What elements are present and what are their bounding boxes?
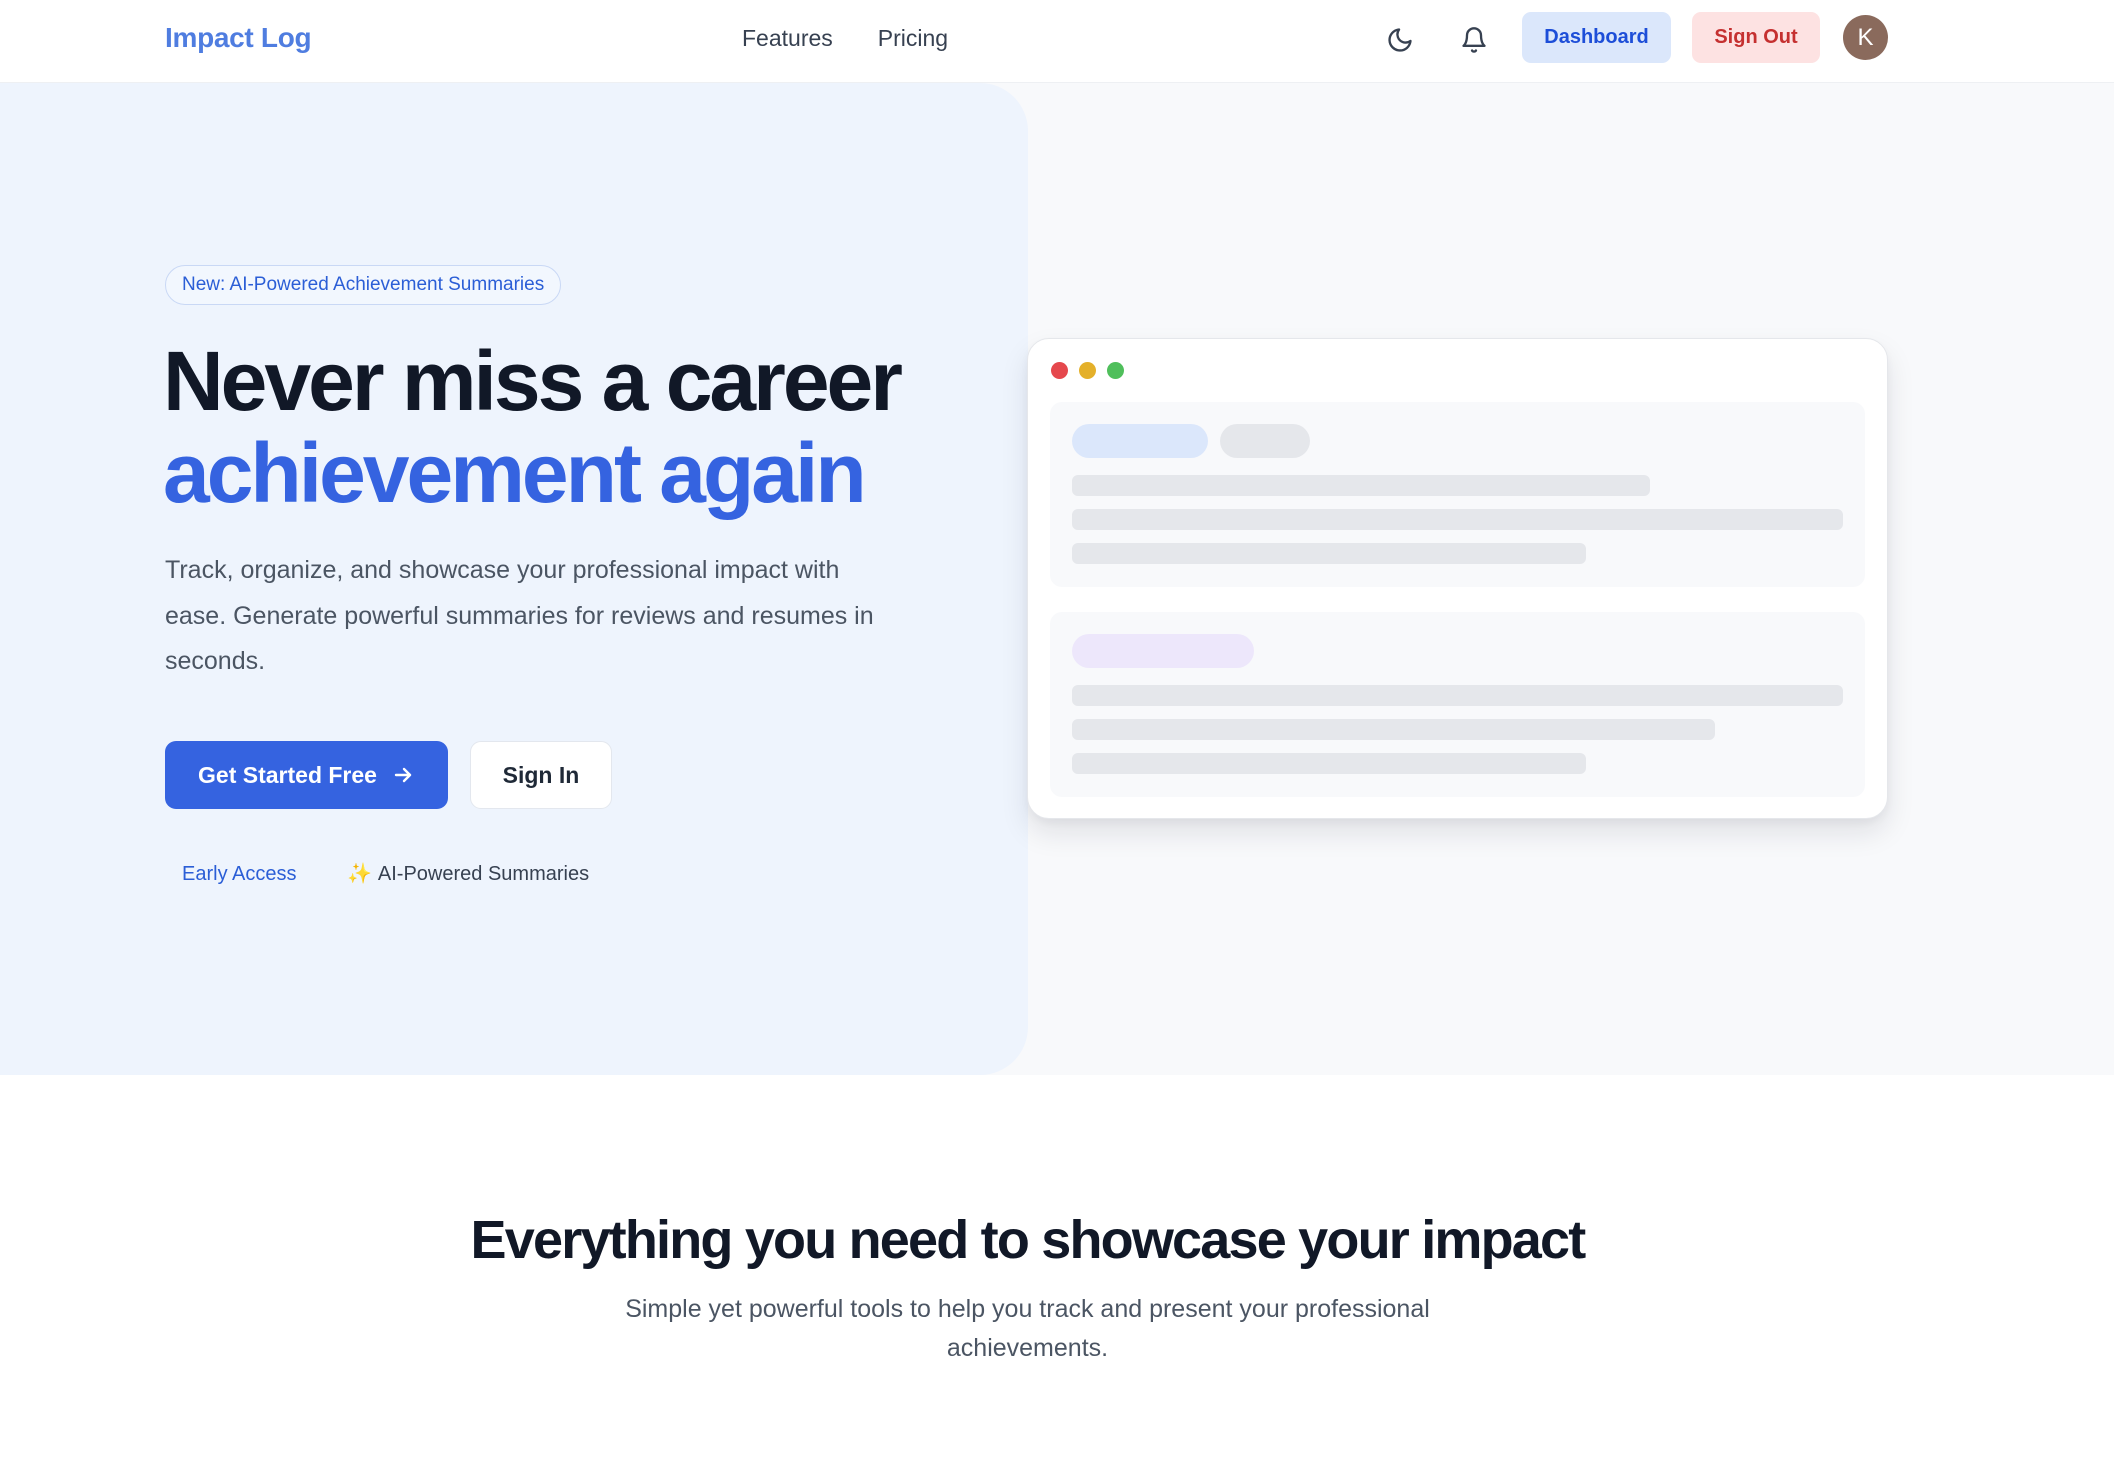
top-nav: Impact Log Features Pricing Dashboard Si…	[0, 0, 2114, 83]
preview-line	[1072, 719, 1715, 740]
logo[interactable]: Impact Log	[165, 18, 312, 58]
announcement-badge[interactable]: New: AI-Powered Achievement Summaries	[165, 265, 562, 305]
features-title: Everything you need to showcase your imp…	[470, 1210, 1587, 1270]
nav-pricing[interactable]: Pricing	[878, 18, 948, 58]
sign-in-button[interactable]: Sign In	[470, 741, 612, 809]
get-started-label: Get Started Free	[198, 761, 377, 788]
arrow-right-icon	[394, 767, 412, 783]
hero-title-line1: Never miss a career	[163, 334, 903, 428]
window-minimize-dot	[1079, 362, 1096, 379]
early-access-tag: Early Access	[182, 863, 297, 885]
sparkle-icon: ✨	[347, 863, 372, 885]
ai-summaries-label: AI-Powered Summaries	[377, 863, 590, 885]
app-preview-window	[1027, 338, 1888, 819]
hero-section: New: AI-Powered Achievement Summaries Ne…	[0, 83, 2114, 1075]
hero-title-line2: achievement again	[163, 426, 867, 520]
hero-title: Never miss a career achievement again	[163, 334, 903, 520]
preview-card	[1050, 612, 1865, 797]
preview-line	[1072, 685, 1843, 706]
preview-chip-gray	[1220, 424, 1310, 458]
preview-chip-blue	[1072, 424, 1208, 458]
avatar[interactable]: K	[1843, 15, 1888, 60]
dashboard-button[interactable]: Dashboard	[1522, 12, 1671, 63]
preview-line	[1072, 509, 1843, 530]
bell-icon	[1462, 27, 1486, 53]
moon-icon	[1388, 28, 1412, 52]
theme-toggle-button[interactable]	[1379, 19, 1421, 61]
ai-summaries-tag: ✨ AI-Powered Summaries	[347, 860, 589, 888]
sign-out-button[interactable]: Sign Out	[1692, 12, 1820, 63]
preview-line	[1072, 543, 1586, 564]
notifications-button[interactable]	[1453, 19, 1495, 61]
main-nav: Features Pricing	[742, 18, 948, 58]
get-started-button[interactable]: Get Started Free	[165, 741, 448, 809]
preview-line	[1072, 753, 1586, 774]
hero-subtitle: Track, organize, and showcase your profe…	[165, 556, 874, 675]
hero-left-panel: New: AI-Powered Achievement Summaries Ne…	[0, 83, 1028, 1075]
preview-line	[1072, 475, 1650, 496]
nav-features[interactable]: Features	[742, 18, 833, 58]
features-subtitle: Simple yet powerful tools to help you tr…	[625, 1295, 1430, 1362]
window-close-dot	[1051, 362, 1068, 379]
window-maximize-dot	[1107, 362, 1124, 379]
preview-card	[1050, 402, 1865, 587]
preview-chip-purple	[1072, 634, 1254, 668]
